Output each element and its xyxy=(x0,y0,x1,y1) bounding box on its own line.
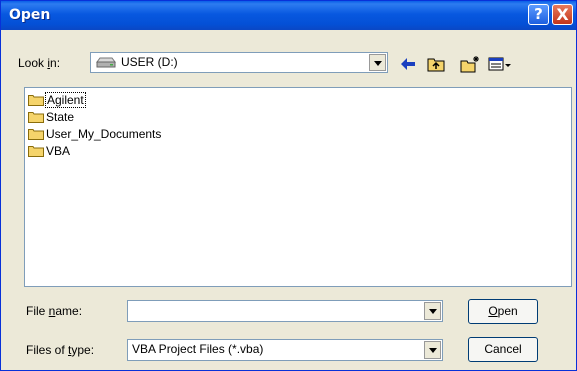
folder-icon xyxy=(28,146,44,157)
chevron-down-icon[interactable] xyxy=(369,54,386,71)
folder-icon xyxy=(28,95,44,106)
help-button[interactable]: ? xyxy=(528,4,549,25)
back-arrow-icon[interactable] xyxy=(398,55,418,73)
open-button[interactable]: Open xyxy=(468,299,538,324)
chevron-down-icon[interactable] xyxy=(424,302,441,320)
look-in-combobox[interactable]: USER (D:) xyxy=(90,52,388,73)
look-in-label: Look in: xyxy=(18,56,61,70)
dialog-title: Open xyxy=(9,7,51,23)
cancel-button[interactable]: Cancel xyxy=(468,337,538,362)
view-menu-icon[interactable] xyxy=(488,55,512,73)
chevron-down-icon[interactable] xyxy=(424,341,441,359)
up-folder-icon[interactable] xyxy=(426,55,446,73)
title-bar[interactable]: Open ? X xyxy=(1,1,576,30)
file-name-label: File name: xyxy=(26,304,83,318)
close-button[interactable]: X xyxy=(552,4,573,25)
folder-icon xyxy=(28,129,44,140)
file-type-select[interactable]: VBA Project Files (*.vba) xyxy=(127,339,443,361)
open-dialog: Open ? X Look in: USER (D:) Agilent Stat… xyxy=(0,0,577,371)
new-folder-icon[interactable] xyxy=(460,55,480,73)
drive-icon xyxy=(96,57,116,68)
file-list[interactable]: Agilent State User_My_Documents VBA xyxy=(24,87,572,287)
folder-icon xyxy=(28,112,44,123)
file-name-input[interactable] xyxy=(127,300,443,322)
file-type-label: Files of type: xyxy=(26,343,95,357)
look-in-value: USER (D:) xyxy=(121,55,178,69)
